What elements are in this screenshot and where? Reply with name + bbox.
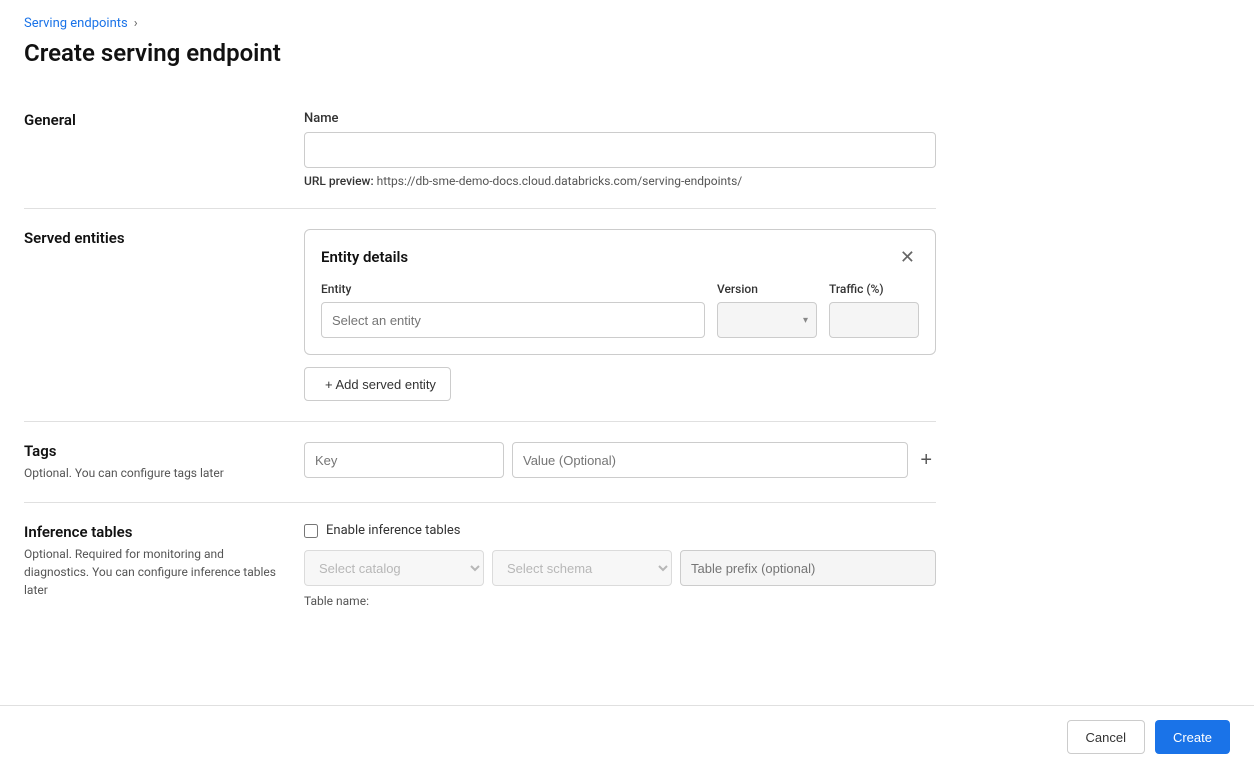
breadcrumb: Serving endpoints › (24, 16, 936, 31)
version-field-label: Version (717, 282, 817, 296)
inference-tables-desc: Optional. Required for monitoring and di… (24, 545, 280, 599)
general-section-title: General (24, 111, 280, 129)
inference-catalog-select[interactable]: Select catalog (304, 550, 484, 586)
name-label: Name (304, 111, 936, 126)
url-preview: URL preview: https://db-sme-demo-docs.cl… (304, 174, 936, 188)
tags-row: + (304, 442, 936, 478)
traffic-input[interactable]: 100 (829, 302, 919, 338)
create-button[interactable]: Create (1155, 720, 1230, 754)
inference-schema-select[interactable]: Select schema (492, 550, 672, 586)
version-select[interactable]: ▾ (717, 302, 817, 338)
breadcrumb-separator: › (134, 16, 138, 31)
enable-inference-checkbox[interactable] (304, 524, 318, 538)
entity-card-title: Entity details (321, 248, 408, 266)
served-entities-section: Served entities Entity details ✕ Entity … (24, 209, 936, 422)
inference-tables-section: Inference tables Optional. Required for … (24, 503, 936, 628)
tags-title: Tags (24, 442, 280, 460)
add-served-entity-button[interactable]: + Add served entity (304, 367, 451, 401)
tag-value-input[interactable] (512, 442, 908, 478)
cancel-button[interactable]: Cancel (1067, 720, 1145, 754)
entity-fields: Entity Version ▾ Traffic (%) 100 (321, 282, 919, 338)
tag-key-input[interactable] (304, 442, 504, 478)
tag-add-button[interactable]: + (916, 450, 936, 470)
inference-prefix-input[interactable] (680, 550, 936, 586)
enable-inference-label[interactable]: Enable inference tables (326, 523, 461, 538)
entity-field-label: Entity (321, 282, 705, 296)
version-chevron-icon: ▾ (803, 315, 808, 326)
enable-inference-row: Enable inference tables (304, 523, 936, 538)
page-title: Create serving endpoint (24, 39, 936, 67)
footer: Cancel Create (0, 705, 1254, 768)
tags-section: Tags Optional. You can configure tags la… (24, 422, 936, 503)
table-name-row: Table name: (304, 594, 936, 608)
traffic-field-label: Traffic (%) (829, 282, 919, 296)
add-entity-label: + Add served entity (325, 377, 436, 392)
inference-tables-title: Inference tables (24, 523, 280, 541)
entity-card-close-button[interactable]: ✕ (896, 246, 919, 268)
entity-select-input[interactable] (321, 302, 705, 338)
breadcrumb-link[interactable]: Serving endpoints (24, 16, 128, 31)
entity-details-card: Entity details ✕ Entity Version ▾ (304, 229, 936, 355)
general-section: General Name URL preview: https://db-sme… (24, 91, 936, 209)
entity-card-header: Entity details ✕ (321, 246, 919, 268)
name-input[interactable] (304, 132, 936, 168)
tags-desc: Optional. You can configure tags later (24, 464, 280, 482)
inference-selects: Select catalog Select schema (304, 550, 936, 586)
served-entities-title: Served entities (24, 229, 280, 247)
